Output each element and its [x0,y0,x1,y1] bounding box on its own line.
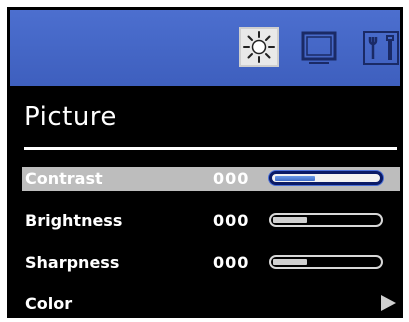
tab-screen[interactable] [299,27,339,67]
monitor-screen-icon [301,31,337,64]
menu-item-brightness[interactable]: Brightness 000 [22,209,400,233]
menu-item-label: Sharpness [25,253,120,272]
menu-title: Picture [24,102,117,132]
title-divider [24,147,397,150]
slider-fill [273,217,307,223]
menu-item-value: 000 [213,169,250,188]
menu-item-label: Brightness [25,211,123,230]
menu-tab-bar [10,10,400,86]
slider-fill [275,176,315,181]
sharpness-slider[interactable] [269,255,383,269]
menu-item-color[interactable]: Color [22,292,400,316]
tab-picture[interactable] [239,27,279,67]
menu-item-value: 000 [213,211,250,230]
menu-item-sharpness[interactable]: Sharpness 000 [22,251,400,275]
menu-item-contrast[interactable]: Contrast 000 [22,167,400,191]
brightness-slider[interactable] [269,213,383,227]
tools-icon [363,31,399,65]
osd-menu: Picture Contrast 000 Brightness 000 Shar… [7,7,403,318]
menu-item-value: 000 [213,253,250,272]
tab-tools[interactable] [361,27,401,67]
slider-fill [273,259,307,265]
submenu-arrow-icon [381,295,396,311]
contrast-slider[interactable] [269,171,383,185]
menu-item-label: Contrast [25,169,103,188]
brightness-sun-icon [243,31,275,63]
menu-item-label: Color [25,294,73,313]
